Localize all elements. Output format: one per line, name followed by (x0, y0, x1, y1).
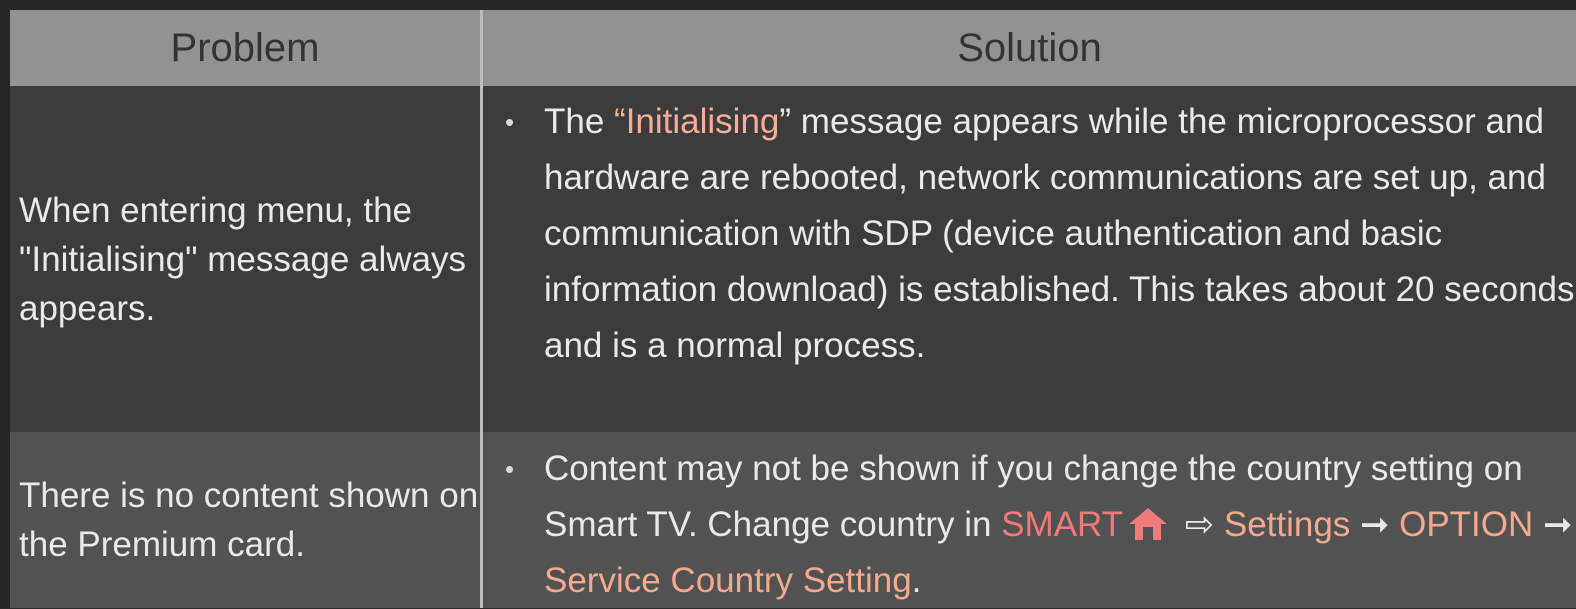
bullet-icon: • (505, 454, 515, 484)
troubleshooting-table: Problem Solution When entering menu, the… (10, 10, 1576, 608)
smart-keyword: SMART (1001, 505, 1124, 544)
column-divider (480, 10, 483, 608)
sentence-end: . (911, 561, 922, 600)
header-solution: Solution (483, 10, 1576, 86)
problem-text: There is no content shown on the Premium… (19, 476, 479, 564)
option-keyword: OPTION (1399, 505, 1534, 544)
solution-bullet-item: • The “Initialising” message appears whi… (483, 94, 1576, 374)
home-icon (1129, 508, 1168, 540)
settings-keyword: Settings (1223, 505, 1351, 544)
open-quote: “ (614, 102, 626, 141)
problem-cell: There is no content shown on the Premium… (10, 432, 480, 608)
close-quote: ” (779, 102, 792, 141)
service-country-setting-keyword: Service Country Setting (544, 561, 912, 600)
arrow-icon: ➞ (1350, 505, 1400, 544)
table-row: When entering menu, the "Initialising" m… (10, 86, 1576, 432)
solution-cell: • The “Initialising” message appears whi… (483, 94, 1576, 374)
page-frame: Problem Solution When entering menu, the… (0, 0, 1576, 608)
arrow-icon: ➞ (1533, 505, 1573, 544)
bullet-icon: • (505, 107, 515, 137)
problem-text: When entering menu, the "Initialising" m… (19, 190, 466, 328)
solution-bullet-item: • Content may not be shown if you change… (483, 441, 1576, 609)
keyword-initialising: Initialising (625, 102, 780, 141)
table-row: There is no content shown on the Premium… (10, 432, 1576, 608)
problem-cell: When entering menu, the "Initialising" m… (10, 86, 480, 432)
hollow-arrow-icon: ⇨ (1175, 505, 1224, 544)
header-problem: Problem (10, 10, 480, 86)
solution-text-pre: The (544, 102, 615, 141)
solution-text-post: message appears while the microprocessor… (544, 102, 1575, 365)
solution-cell: • Content may not be shown if you change… (483, 441, 1576, 609)
